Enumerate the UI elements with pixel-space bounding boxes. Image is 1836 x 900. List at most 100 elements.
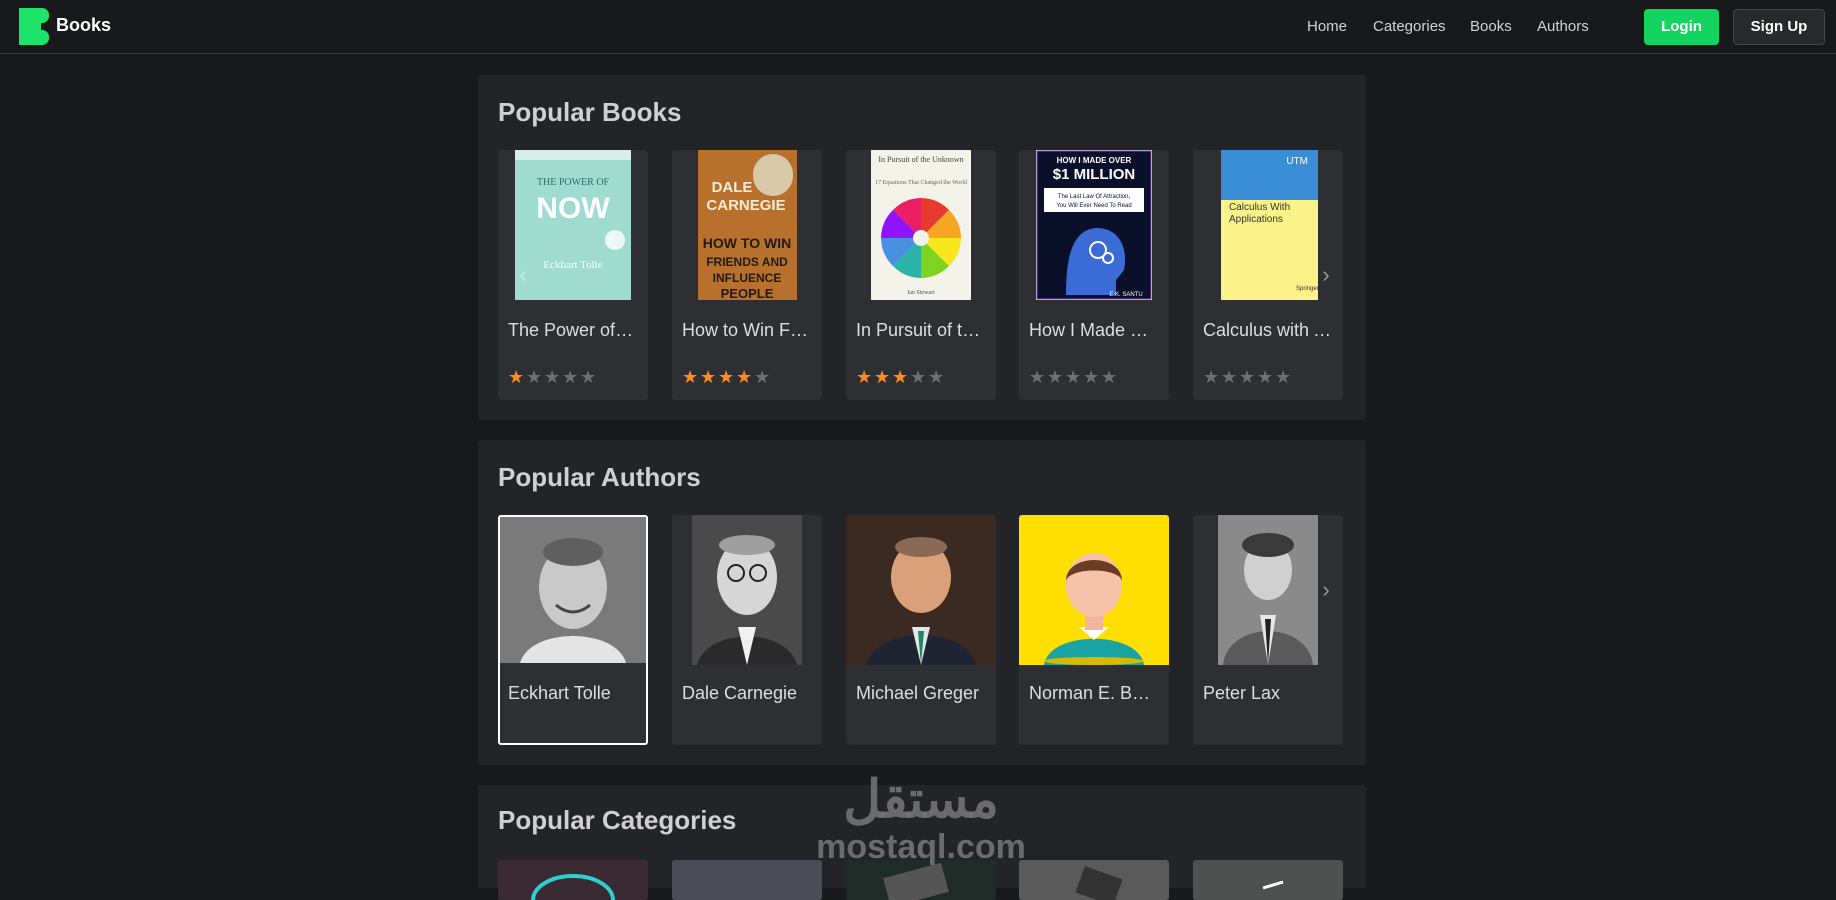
nav-link-categories[interactable]: Categories <box>1373 18 1446 35</box>
author-name: Michael Greger <box>856 683 980 703</box>
star-icon: ★ <box>1029 367 1046 387</box>
login-button[interactable]: Login <box>1644 9 1719 45</box>
star-icon: ★ <box>874 367 891 387</box>
book-title: How I Made Over $1 Million <box>1029 320 1159 340</box>
book-title: How to Win Friends and Influence People <box>682 320 812 340</box>
svg-text:You Will Ever Need To Read: You Will Ever Need To Read <box>1056 203 1131 209</box>
star-icon: ★ <box>736 367 753 387</box>
svg-text:CARNEGIE: CARNEGIE <box>706 197 785 214</box>
author-photo <box>1019 515 1169 665</box>
author-photo <box>500 517 646 663</box>
star-rating: ★ ★ ★ ★ ★ <box>682 368 772 386</box>
svg-text:$1 MILLION: $1 MILLION <box>1053 166 1136 183</box>
popular-authors-section: Popular Authors Eckhart Tolle Dale Carne… <box>478 440 1366 765</box>
book-card[interactable]: In Pursuit of the Unknown 17 Equations T… <box>846 150 996 400</box>
author-name: Eckhart Tolle <box>508 683 611 703</box>
category-card[interactable] <box>672 860 822 900</box>
author-photo <box>1218 515 1318 665</box>
book-cover: In Pursuit of the Unknown 17 Equations T… <box>871 150 971 300</box>
star-icon: ★ <box>526 367 543 387</box>
star-icon: ★ <box>910 367 927 387</box>
svg-text:Calculus With: Calculus With <box>1229 202 1290 213</box>
star-icon: ★ <box>580 367 597 387</box>
book-cover: HOW I MADE OVER $1 MILLION The Last Law … <box>1036 150 1152 300</box>
svg-text:PEOPLE: PEOPLE <box>721 286 774 300</box>
svg-text:In Pursuit of the Unknown: In Pursuit of the Unknown <box>878 155 963 164</box>
nav-link-books[interactable]: Books <box>1470 18 1512 35</box>
author-card[interactable]: Norman E. Bowie <box>1019 515 1169 745</box>
book-cover: DALE CARNEGIE HOW TO WIN FRIENDS AND INF… <box>698 150 797 300</box>
popular-books-section: Popular Books THE POWER OF NOW Eckhart T… <box>478 75 1366 420</box>
nav-link-authors[interactable]: Authors <box>1537 18 1589 35</box>
svg-text:E.K. SANTU: E.K. SANTU <box>1109 292 1142 298</box>
svg-text:Applications: Applications <box>1229 214 1283 225</box>
star-icon: ★ <box>1257 367 1274 387</box>
books-logo-icon[interactable] <box>19 8 49 46</box>
nav-link-home[interactable]: Home <box>1307 18 1347 35</box>
star-icon: ★ <box>928 367 945 387</box>
author-card[interactable]: › Peter Lax <box>1193 515 1343 745</box>
category-card[interactable] <box>498 860 648 900</box>
book-card[interactable]: DALE CARNEGIE HOW TO WIN FRIENDS AND INF… <box>672 150 822 400</box>
star-rating: ★ ★ ★ ★ ★ <box>856 368 946 386</box>
chevron-right-icon[interactable]: › <box>1319 578 1333 602</box>
star-icon: ★ <box>1065 367 1082 387</box>
svg-text:Springer: Springer <box>1296 286 1318 292</box>
book-title: The Power of Now <box>508 320 638 340</box>
star-rating: ★ ★ ★ ★ ★ <box>1203 368 1293 386</box>
svg-text:NOW: NOW <box>536 192 610 225</box>
star-icon: ★ <box>1203 367 1220 387</box>
brand-name[interactable]: Books <box>56 15 111 36</box>
category-image <box>846 860 996 900</box>
category-image <box>498 860 648 900</box>
star-icon: ★ <box>1239 367 1256 387</box>
chevron-left-icon[interactable]: ‹ <box>516 263 530 287</box>
svg-text:FRIENDS AND: FRIENDS AND <box>706 255 788 269</box>
star-icon: ★ <box>544 367 561 387</box>
top-navbar: Books Home Categories Books Authors Logi… <box>0 0 1836 54</box>
signup-button[interactable]: Sign Up <box>1733 9 1825 45</box>
book-card[interactable]: THE POWER OF NOW Eckhart Tolle ‹ The Pow… <box>498 150 648 400</box>
star-icon: ★ <box>1083 367 1100 387</box>
star-icon: ★ <box>1047 367 1064 387</box>
star-icon: ★ <box>892 367 909 387</box>
svg-text:The Last Law Of Attraction,: The Last Law Of Attraction, <box>1058 194 1131 200</box>
author-card[interactable]: Eckhart Tolle <box>498 515 648 745</box>
category-image <box>1193 860 1343 900</box>
star-icon: ★ <box>700 367 717 387</box>
svg-text:THE POWER OF: THE POWER OF <box>537 177 610 188</box>
book-cover: UTM Calculus With Applications Springer <box>1221 150 1318 300</box>
star-icon: ★ <box>754 367 771 387</box>
star-rating: ★ ★ ★ ★ ★ <box>508 368 598 386</box>
category-card[interactable] <box>1019 860 1169 900</box>
section-title: Popular Categories <box>498 805 737 835</box>
author-name: Dale Carnegie <box>682 683 798 703</box>
svg-text:Ian Stewart: Ian Stewart <box>907 290 935 296</box>
category-card[interactable] <box>1193 860 1343 900</box>
svg-text:Eckhart Tolle: Eckhart Tolle <box>543 259 602 271</box>
author-card[interactable]: Michael Greger <box>846 515 996 745</box>
svg-text:HOW I MADE OVER: HOW I MADE OVER <box>1057 156 1132 165</box>
svg-text:DALE: DALE <box>712 179 753 196</box>
popular-categories-section: Popular Categories <box>478 785 1366 900</box>
star-icon: ★ <box>1275 367 1292 387</box>
star-icon: ★ <box>1221 367 1238 387</box>
svg-text:HOW TO WIN: HOW TO WIN <box>703 235 791 251</box>
book-card[interactable]: HOW I MADE OVER $1 MILLION The Last Law … <box>1019 150 1169 400</box>
book-title: Calculus with Applications <box>1203 320 1333 340</box>
chevron-right-icon[interactable]: › <box>1319 263 1333 287</box>
category-card[interactable] <box>846 860 996 900</box>
author-name: Norman E. Bowie <box>1029 683 1159 703</box>
section-title: Popular Books <box>498 97 682 127</box>
author-photo <box>846 515 996 665</box>
star-icon: ★ <box>682 367 699 387</box>
book-title: In Pursuit of the Unknown <box>856 320 986 340</box>
author-card[interactable]: Dale Carnegie <box>672 515 822 745</box>
svg-text:17 Equations That Changed the: 17 Equations That Changed the World <box>875 180 967 186</box>
author-name: Peter Lax <box>1203 683 1281 703</box>
category-image <box>672 860 822 900</box>
star-icon: ★ <box>718 367 735 387</box>
book-card[interactable]: UTM Calculus With Applications Springer … <box>1193 150 1343 400</box>
star-icon: ★ <box>562 367 579 387</box>
author-photo <box>692 515 802 665</box>
